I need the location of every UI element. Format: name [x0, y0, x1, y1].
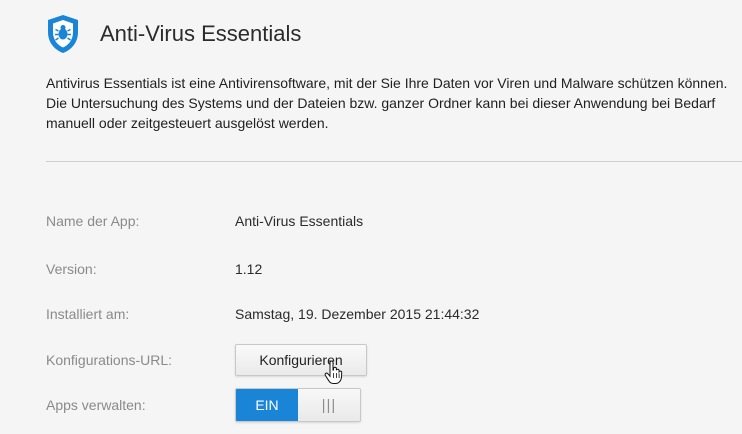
app-name-value: Anti-Virus Essentials [235, 213, 364, 229]
row-manage-apps: Apps verwalten: EIN ||| [46, 388, 361, 422]
section-divider [46, 161, 742, 162]
hand-cursor-icon [324, 361, 343, 384]
config-url-label: Konfigurations-URL: [46, 352, 173, 368]
manage-apps-label: Apps verwalten: [46, 397, 146, 413]
row-app-name: Name der App: Anti-Virus Essentials [46, 213, 363, 229]
row-config-url: Konfigurations-URL: Konfigurieren [46, 344, 367, 376]
manage-apps-toggle[interactable]: EIN ||| [235, 388, 361, 422]
row-version: Version: 1.12 [46, 261, 262, 277]
version-label: Version: [46, 261, 97, 277]
configure-button[interactable]: Konfigurieren [235, 344, 367, 376]
app-header: Anti-Virus Essentials [46, 14, 301, 54]
toggle-off-grip[interactable]: ||| [298, 389, 360, 421]
app-description: Antivirus Essentials ist eine Antivirens… [46, 75, 728, 131]
toggle-on-label[interactable]: EIN [236, 389, 298, 421]
app-title: Anti-Virus Essentials [100, 21, 302, 46]
row-installed: Installiert am: Samstag, 19. Dezember 20… [46, 306, 479, 322]
shield-bug-icon [48, 15, 78, 53]
installed-label: Installiert am: [46, 306, 130, 322]
app-name-label: Name der App: [46, 213, 140, 229]
installed-value: Samstag, 19. Dezember 2015 21:44:32 [235, 306, 480, 322]
version-value: 1.12 [235, 261, 263, 277]
